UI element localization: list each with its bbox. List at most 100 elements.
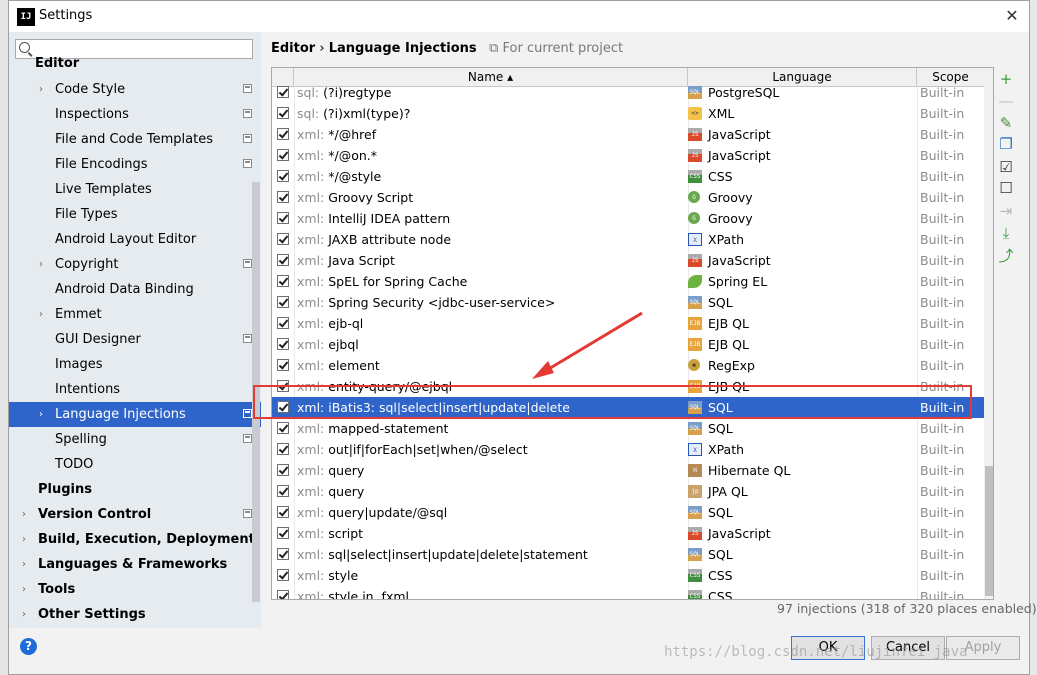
injection-prefix: xml: xyxy=(297,358,325,373)
table-row[interactable]: xml: sql|select|insert|update|delete|sta… xyxy=(272,544,984,565)
table-row[interactable]: xml: query H Hibernate QL Built-in xyxy=(272,460,984,481)
help-icon[interactable]: ? xyxy=(20,638,37,655)
sidebar-item[interactable]: Plugins xyxy=(9,477,261,502)
enabled-checkbox[interactable] xyxy=(277,107,289,119)
injection-name-label: style in .fxml xyxy=(328,589,409,600)
remove-icon[interactable]: — xyxy=(996,91,1016,111)
table-row[interactable]: xml: JAXB attribute node X XPath Built-in xyxy=(272,229,984,250)
table-row[interactable]: xml: */@on.* JS JavaScript Built-in xyxy=(272,145,984,166)
sidebar-item[interactable]: Images xyxy=(9,352,261,377)
add-icon[interactable]: + xyxy=(996,69,1016,89)
enabled-checkbox[interactable] xyxy=(277,317,289,329)
injection-name-label: sql|select|insert|update|delete|statemen… xyxy=(328,547,588,562)
chevron-right-icon[interactable]: › xyxy=(39,252,43,277)
enabled-checkbox[interactable] xyxy=(277,233,289,245)
enabled-checkbox[interactable] xyxy=(277,149,289,161)
export-icon[interactable]: ⤴ xyxy=(996,246,1016,266)
sidebar-item[interactable]: Live Templates xyxy=(9,177,261,202)
xpath-language-icon: X xyxy=(688,233,702,246)
sidebar-item[interactable]: TODO xyxy=(9,452,261,477)
sidebar-item[interactable]: › Version Control xyxy=(9,502,261,527)
chevron-right-icon[interactable]: › xyxy=(39,77,43,102)
table-row[interactable]: xml: query jp JPA QL Built-in xyxy=(272,481,984,502)
sidebar-item[interactable]: Intentions xyxy=(9,377,261,402)
enabled-checkbox[interactable] xyxy=(277,170,289,182)
chevron-right-icon[interactable]: › xyxy=(22,502,26,527)
enabled-checkbox[interactable] xyxy=(277,548,289,560)
table-row[interactable]: sql: (?i)xml(type)? <> XML Built-in xyxy=(272,103,984,124)
uncheck-all-icon[interactable]: ☐ xyxy=(996,178,1016,198)
copy-icon[interactable]: ❐ xyxy=(996,134,1016,154)
chevron-right-icon[interactable]: › xyxy=(39,402,43,427)
table-row[interactable]: xml: style in .fxml CSS CSS Built-in xyxy=(272,586,984,600)
check-all-icon[interactable]: ☑ xyxy=(996,157,1016,177)
enabled-checkbox[interactable] xyxy=(277,191,289,203)
sidebar-item[interactable]: File Types xyxy=(9,202,261,227)
table-row[interactable]: xml: out|if|forEach|set|when/@select X XPa… xyxy=(272,439,984,460)
enabled-checkbox[interactable] xyxy=(277,86,289,98)
enabled-checkbox[interactable] xyxy=(277,359,289,371)
sidebar-item[interactable]: › Emmet xyxy=(9,302,261,327)
enabled-checkbox[interactable] xyxy=(277,128,289,140)
injection-name: xml: script xyxy=(297,523,363,544)
project-scope-icon xyxy=(243,84,252,93)
sidebar-item[interactable]: › Languages & Frameworks xyxy=(9,552,261,577)
enabled-checkbox[interactable] xyxy=(277,569,289,581)
injection-name: sql: (?i)regtype xyxy=(297,82,391,103)
enabled-checkbox[interactable] xyxy=(277,590,289,599)
table-row[interactable]: xml: mapped-statement SQL SQL Built-in xyxy=(272,418,984,439)
injection-language: EJB EJB QL xyxy=(688,313,749,334)
chevron-right-icon[interactable]: › xyxy=(22,552,26,577)
injection-scope: Built-in xyxy=(920,442,965,457)
sidebar-item-label: Android Data Binding xyxy=(55,282,194,297)
sidebar-item-label: Languages & Frameworks xyxy=(38,557,228,572)
sidebar-item[interactable]: Spelling xyxy=(9,427,261,452)
enabled-checkbox[interactable] xyxy=(277,254,289,266)
table-row[interactable]: sql: (?i)regtype SQL PostgreSQL Built-in xyxy=(272,82,984,103)
chevron-right-icon[interactable]: › xyxy=(22,577,26,602)
table-scrollbar[interactable] xyxy=(984,86,993,599)
table-row[interactable]: xml: */@href JS JavaScript Built-in xyxy=(272,124,984,145)
chevron-right-icon[interactable]: › xyxy=(22,527,26,552)
chevron-right-icon[interactable]: › xyxy=(22,602,26,627)
table-row[interactable]: xml: script JS JavaScript Built-in xyxy=(272,523,984,544)
table-row[interactable]: xml: SpEL for Spring Cache Spring EL Built… xyxy=(272,271,984,292)
sidebar-section-editor[interactable]: Editor xyxy=(35,56,79,72)
close-icon[interactable]: ✕ xyxy=(1001,4,1023,28)
import-icon[interactable]: ⤓ xyxy=(996,223,1016,243)
injection-name: xml: IntelliJ IDEA pattern xyxy=(297,208,450,229)
sidebar-item[interactable]: › Build, Execution, Deployment xyxy=(9,527,261,552)
sidebar-item[interactable]: Android Layout Editor xyxy=(9,227,261,252)
sidebar-item[interactable]: Android Data Binding xyxy=(9,277,261,302)
enabled-checkbox[interactable] xyxy=(277,443,289,455)
sidebar-item[interactable]: › Language Injections xyxy=(9,402,261,427)
enabled-checkbox[interactable] xyxy=(277,212,289,224)
table-scroll-thumb[interactable] xyxy=(985,466,993,596)
enabled-checkbox[interactable] xyxy=(277,338,289,350)
injection-prefix: xml: xyxy=(297,505,325,520)
sidebar-item[interactable]: › Other Settings xyxy=(9,602,261,627)
enabled-checkbox[interactable] xyxy=(277,296,289,308)
enabled-checkbox[interactable] xyxy=(277,485,289,497)
enabled-checkbox[interactable] xyxy=(277,422,289,434)
enabled-checkbox[interactable] xyxy=(277,275,289,287)
sidebar-item[interactable]: Inspections xyxy=(9,102,261,127)
table-row[interactable]: xml: Java Script JS JavaScript Built-in xyxy=(272,250,984,271)
import-disabled-icon[interactable]: ⇥ xyxy=(996,201,1016,221)
table-row[interactable]: xml: */@style CSS CSS Built-in xyxy=(272,166,984,187)
table-row[interactable]: xml: Groovy Script G Groovy Built-in xyxy=(272,187,984,208)
edit-icon[interactable]: ✎ xyxy=(996,113,1016,133)
sidebar-item[interactable]: File Encodings xyxy=(9,152,261,177)
sidebar-item[interactable]: › Tools xyxy=(9,577,261,602)
sidebar-item[interactable]: GUI Designer xyxy=(9,327,261,352)
table-row[interactable]: xml: query|update/@sql SQL SQL Built-in xyxy=(272,502,984,523)
sidebar-item[interactable]: › Code Style xyxy=(9,77,261,102)
sidebar-item[interactable]: › Copyright xyxy=(9,252,261,277)
chevron-right-icon[interactable]: › xyxy=(39,302,43,327)
enabled-checkbox[interactable] xyxy=(277,506,289,518)
sidebar-item[interactable]: File and Code Templates xyxy=(9,127,261,152)
table-row[interactable]: xml: style CSS CSS Built-in xyxy=(272,565,984,586)
enabled-checkbox[interactable] xyxy=(277,527,289,539)
table-row[interactable]: xml: IntelliJ IDEA pattern G Groovy Built-i… xyxy=(272,208,984,229)
enabled-checkbox[interactable] xyxy=(277,464,289,476)
